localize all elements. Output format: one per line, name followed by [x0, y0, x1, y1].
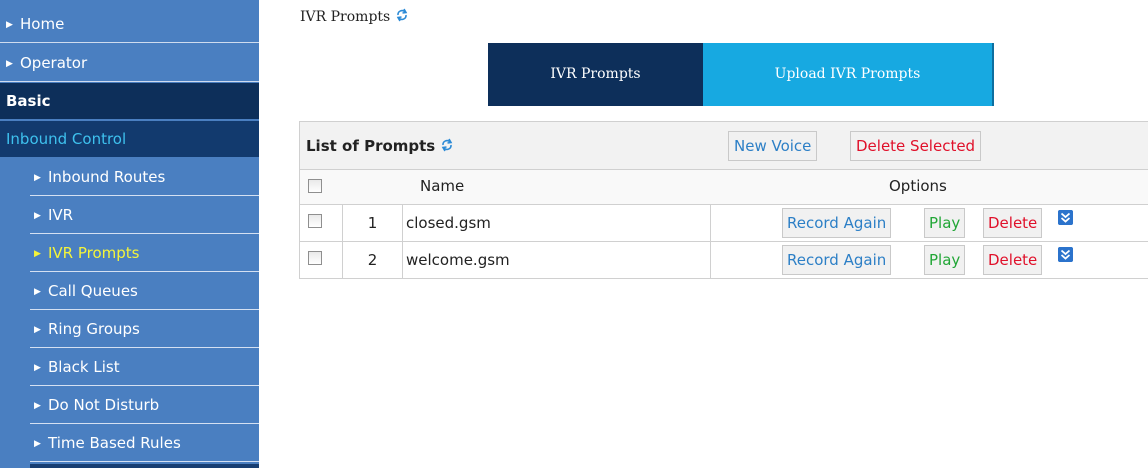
sidebar-item-inbound-routes[interactable]: ▶ Inbound Routes: [0, 159, 259, 196]
table-row: 2 welcome.gsm Record Again Play Delete: [299, 242, 1148, 279]
triangle-right-icon: ▶: [6, 59, 13, 69]
row-checkbox[interactable]: [308, 251, 322, 265]
sidebar-item-label: IVR Prompts: [48, 244, 140, 262]
sidebar-item-home[interactable]: ▶ Home: [0, 6, 259, 43]
triangle-right-icon: ▶: [34, 325, 41, 335]
refresh-icon[interactable]: [395, 8, 409, 22]
sidebar-item-black-list[interactable]: ▶ Black List: [0, 349, 259, 386]
sidebar-item-label: Do Not Disturb: [48, 396, 160, 414]
triangle-right-icon: ▶: [34, 363, 41, 373]
sidebar-item-label: Black List: [48, 358, 120, 376]
list-title: List of Prompts: [306, 137, 454, 155]
column-header-name: Name: [420, 177, 465, 195]
sidebar-item-label: Call Queues: [48, 282, 138, 300]
row-options: Record Again Play Delete: [711, 242, 1148, 278]
delete-selected-button[interactable]: Delete Selected: [850, 131, 982, 161]
sidebar-item-label: Inbound Control: [6, 130, 127, 148]
sidebar-item-ivr-prompts[interactable]: ▶ IVR Prompts: [0, 235, 259, 272]
prompt-name: welcome.gsm: [403, 242, 711, 278]
sidebar-item-label: IVR: [48, 206, 74, 224]
sidebar-item-label: Ring Groups: [48, 320, 140, 338]
delete-button[interactable]: Delete: [983, 245, 1043, 275]
table-row: 1 closed.gsm Record Again Play Delete: [299, 205, 1148, 242]
sidebar-item-do-not-disturb[interactable]: ▶ Do Not Disturb: [0, 387, 259, 424]
sidebar-bottom-bar: [30, 464, 259, 468]
select-all-checkbox[interactable]: [308, 179, 322, 193]
sidebar-item-time-based-rules[interactable]: ▶ Time Based Rules: [0, 425, 259, 462]
prompts-list-panel: List of Prompts New Voice Delete Selecte…: [299, 121, 1148, 279]
sidebar-item-label: Basic: [6, 92, 51, 110]
double-chevron-down-icon[interactable]: [1058, 210, 1073, 225]
list-title-text: List of Prompts: [306, 137, 436, 155]
header-checkbox-cell: [300, 170, 343, 204]
table-header-row: Name Options: [299, 170, 1148, 205]
column-header-options: Options: [889, 177, 947, 195]
sidebar-item-inbound-control[interactable]: Inbound Control: [0, 121, 259, 158]
prompt-name: closed.gsm: [403, 205, 711, 241]
sidebar-item-call-queues[interactable]: ▶ Call Queues: [0, 273, 259, 310]
triangle-right-icon: ▶: [34, 249, 41, 259]
triangle-right-icon: ▶: [6, 20, 13, 30]
list-header: List of Prompts New Voice Delete Selecte…: [299, 121, 1148, 170]
sidebar-item-basic[interactable]: Basic: [0, 83, 259, 120]
double-chevron-down-icon[interactable]: [1058, 247, 1073, 262]
play-button[interactable]: Play: [924, 245, 966, 275]
row-number: 1: [343, 205, 403, 241]
tab-upload-ivr-prompts[interactable]: Upload IVR Prompts: [703, 43, 994, 106]
row-checkbox-cell: [300, 242, 343, 278]
sidebar-item-label: Inbound Routes: [48, 168, 166, 186]
sidebar-item-ivr[interactable]: ▶ IVR: [0, 197, 259, 234]
play-button[interactable]: Play: [924, 208, 966, 238]
sidebar-item-label: Time Based Rules: [48, 434, 181, 452]
sidebar-item-label: Home: [20, 15, 65, 33]
sidebar-item-label: Operator: [20, 54, 88, 72]
sidebar: ▶ Home ▶ Operator Basic Inbound Control ▶ I…: [0, 0, 259, 468]
sidebar-item-operator[interactable]: ▶ Operator: [0, 45, 259, 82]
tab-ivr-prompts[interactable]: IVR Prompts: [488, 43, 703, 106]
row-checkbox[interactable]: [308, 214, 322, 228]
page-title: IVR Prompts: [300, 8, 409, 25]
sidebar-item-ring-groups[interactable]: ▶ Ring Groups: [0, 311, 259, 348]
row-checkbox-cell: [300, 205, 343, 241]
record-again-button[interactable]: Record Again: [782, 208, 892, 238]
page-title-text: IVR Prompts: [300, 9, 391, 25]
triangle-right-icon: ▶: [34, 439, 41, 449]
triangle-right-icon: ▶: [34, 287, 41, 297]
row-options: Record Again Play Delete: [711, 205, 1148, 241]
refresh-icon[interactable]: [440, 138, 454, 152]
new-voice-button[interactable]: New Voice: [728, 131, 818, 161]
record-again-button[interactable]: Record Again: [782, 245, 892, 275]
triangle-right-icon: ▶: [34, 401, 41, 411]
row-number: 2: [343, 242, 403, 278]
triangle-right-icon: ▶: [34, 211, 41, 221]
triangle-right-icon: ▶: [34, 173, 41, 183]
delete-button[interactable]: Delete: [983, 208, 1043, 238]
